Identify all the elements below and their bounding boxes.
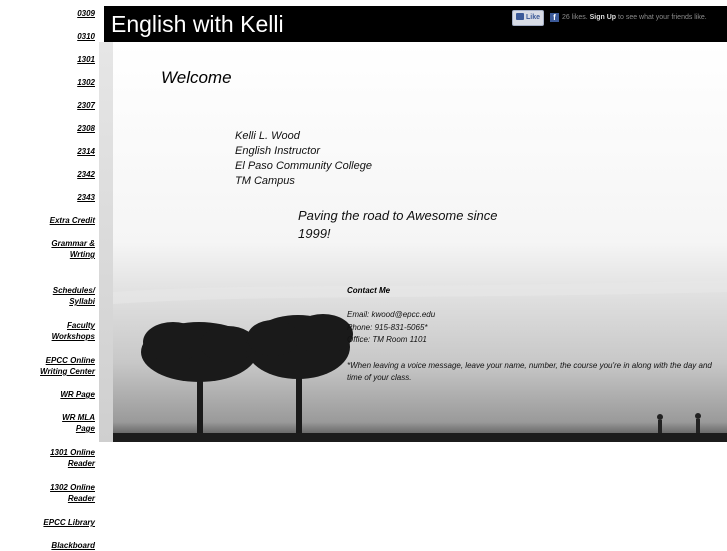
ground: [113, 433, 727, 442]
contact-phone: Phone: 915-831-5065*: [347, 323, 428, 332]
nav-link-wr-mla[interactable]: WR MLA Page: [55, 412, 95, 434]
tagline-line-1: Paving the road to Awesome since: [298, 208, 498, 223]
left-border-strip: [99, 42, 113, 442]
nav-link-grammar[interactable]: Grammar & Wrting: [51, 238, 95, 260]
contact-email: Email: kwood@epcc.edu: [347, 310, 436, 319]
nav-link-schedules[interactable]: Schedules/ Syllabi: [45, 285, 95, 307]
site-header: English with Kelli Like f 26 likes. Sign…: [104, 6, 727, 42]
facebook-like-button[interactable]: Like: [512, 10, 545, 26]
tagline-line-2: 1999!: [298, 226, 331, 241]
nav-link-1301[interactable]: 1301: [5, 54, 95, 65]
sidebar-nav: 0309 0310 1301 1302 2307 2308 2314 2342 …: [0, 0, 99, 550]
contact-office: Office: TM Room 1101: [347, 335, 427, 344]
nav-link-0310[interactable]: 0310: [5, 31, 95, 42]
instructor-college: El Paso Community College: [235, 160, 372, 172]
contact-heading: Contact Me: [347, 286, 391, 295]
nav-link-1302-reader[interactable]: 1302 Online Reader: [43, 482, 95, 504]
like-label: Like: [526, 14, 541, 21]
nav-link-2314[interactable]: 2314: [5, 146, 95, 157]
nav-link-extra-credit[interactable]: Extra Credit: [5, 215, 95, 226]
nav-link-writing-center[interactable]: EPCC Online Writing Center: [33, 355, 95, 377]
nav-link-1301-reader[interactable]: 1301 Online Reader: [43, 447, 95, 469]
voice-message-note: *When leaving a voice message, leave you…: [347, 361, 712, 382]
facebook-icon: f: [550, 13, 559, 22]
thumbs-up-icon: [516, 13, 524, 20]
like-count: 26 likes.: [562, 14, 588, 21]
instructor-name: Kelli L. Wood: [235, 130, 300, 142]
sign-up-link[interactable]: Sign Up: [590, 14, 616, 21]
welcome-heading: Welcome: [161, 68, 232, 87]
instructor-campus: TM Campus: [235, 175, 295, 187]
nav-link-epcc-library[interactable]: EPCC Library: [5, 517, 95, 528]
sign-up-suffix: to see what your friends like.: [618, 14, 707, 21]
nav-link-2342[interactable]: 2342: [5, 169, 95, 180]
nav-link-1302[interactable]: 1302: [5, 77, 95, 88]
nav-link-faculty-workshops[interactable]: Faculty Workshops: [45, 320, 95, 342]
nav-link-wr-page[interactable]: WR Page: [5, 389, 95, 400]
site-title[interactable]: English with Kelli: [111, 11, 284, 37]
main-content: Welcome Kelli L. Wood English Instructor…: [99, 42, 727, 442]
facebook-like-count: 26 likes. Sign Up to see what your frien…: [562, 13, 707, 22]
nav-link-blackboard[interactable]: Blackboard: [5, 540, 95, 551]
nav-link-2308[interactable]: 2308: [5, 123, 95, 134]
nav-link-0309[interactable]: 0309: [5, 8, 95, 19]
nav-link-2307[interactable]: 2307: [5, 100, 95, 111]
instructor-title: English Instructor: [235, 145, 320, 157]
nav-link-2343[interactable]: 2343: [5, 192, 95, 203]
